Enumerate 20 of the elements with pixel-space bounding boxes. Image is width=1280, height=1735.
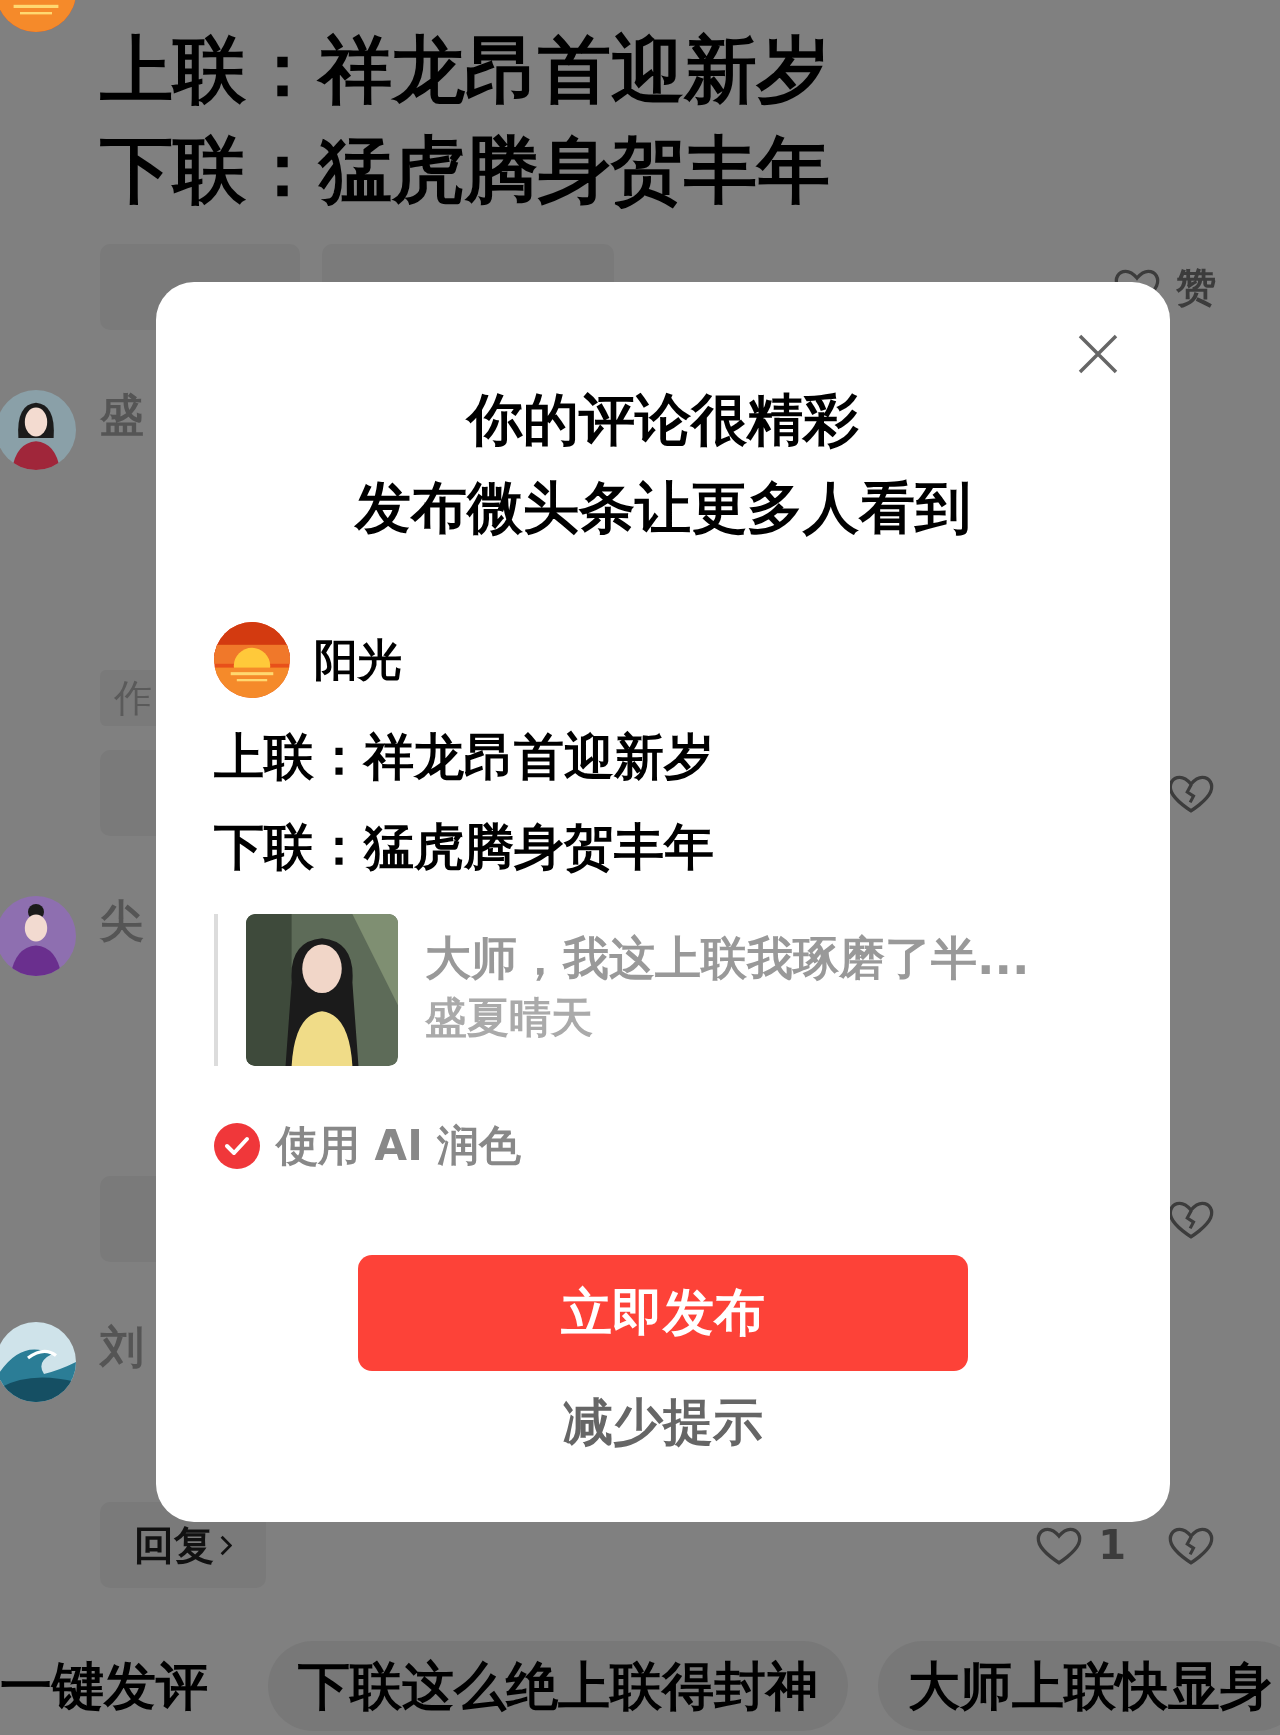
reduce-tips-link[interactable]: 减少提示 xyxy=(553,1385,773,1460)
user-name: 阳光 xyxy=(314,633,402,687)
dialog-title: 你的评论很精彩 xyxy=(464,386,860,454)
close-button[interactable] xyxy=(1078,334,1118,374)
quote-author: 盛夏晴天 xyxy=(425,992,594,1044)
comment-line: 下联：猛虎腾身贺丰年 xyxy=(100,126,830,214)
close-icon xyxy=(1078,334,1118,374)
checkbox-label: 使用 AI 润色 xyxy=(276,1120,522,1172)
like-label: 1 xyxy=(1098,1521,1126,1570)
like-label: 赞 xyxy=(1176,263,1216,312)
suggestion-chip[interactable]: 下联这么绝上联得封神 xyxy=(268,1641,848,1731)
suggestion-chip[interactable]: 大师上联快显身 xyxy=(878,1641,1280,1731)
comment-line: 上联：祥龙昂首迎新岁 xyxy=(100,26,830,114)
quote-text: 大师，我这上联我琢磨了半... xyxy=(425,930,1030,987)
comment-line: 下联：猛虎腾身贺丰年 xyxy=(214,817,715,878)
dialog-title: 发布微头条让更多人看到 xyxy=(353,474,972,542)
comment-line: 上联：祥龙昂首迎新岁 xyxy=(214,727,715,788)
suggestion-text[interactable]: 一键发评 xyxy=(0,1641,238,1731)
publish-button[interactable]: 立即发布 xyxy=(358,1255,968,1371)
checkbox[interactable] xyxy=(214,1122,260,1169)
